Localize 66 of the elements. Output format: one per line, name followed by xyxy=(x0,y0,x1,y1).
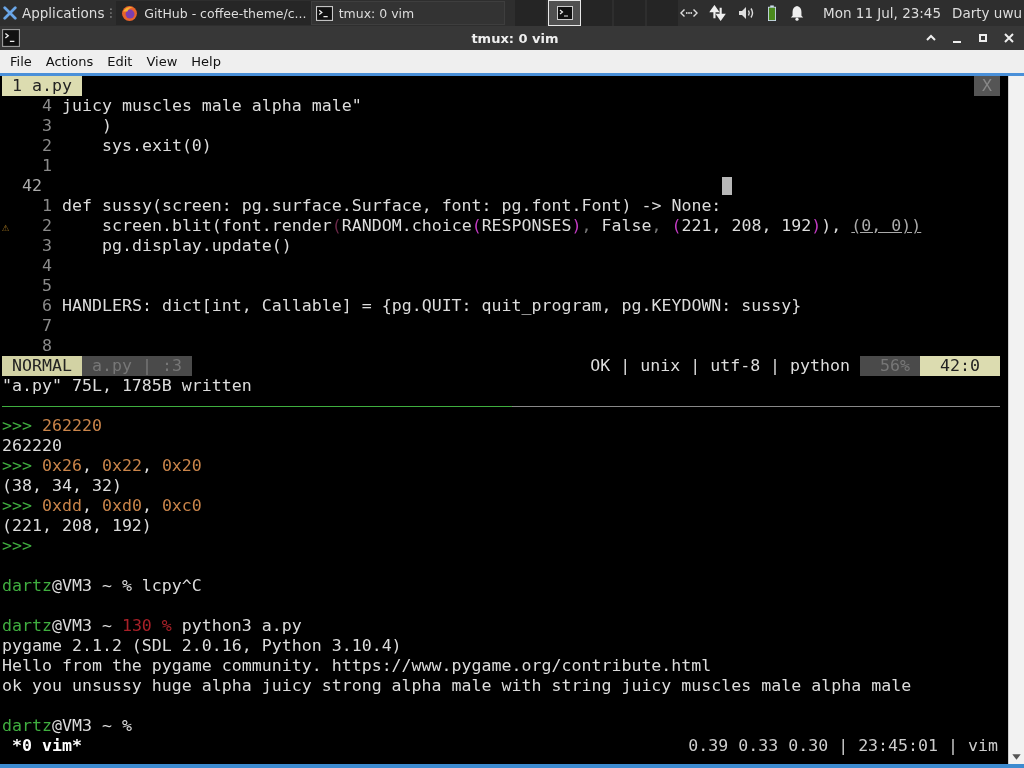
clock[interactable]: Mon 11 Jul, 23:45 xyxy=(823,5,942,21)
battery-icon[interactable] xyxy=(767,5,778,21)
terminal-line: dartz@VM3 ~ 130 % python3 a.py xyxy=(2,616,302,636)
code-line: juicy muscles male alpha male" xyxy=(62,96,362,116)
line-number: 4 xyxy=(41,96,52,116)
terminal-line: ok you unsussy huge alpha juicy strong alpha male with string juicy muscles male alpha male xyxy=(2,676,912,696)
taskbar-button[interactable]: tmux: 0 vim xyxy=(310,1,506,25)
terminal-line: (38, 34, 32) xyxy=(2,476,122,496)
buffer-tab[interactable]: 1 a.py xyxy=(2,76,82,96)
code-line: HANDLERS: dict[int, Callable] = {pg.QUIT: quit_program, pg.KEYDOWN: sussy} xyxy=(62,296,802,316)
taskbar-button[interactable]: GitHub - coffee-theme/c... xyxy=(116,1,311,25)
applications-menu[interactable]: Applications xyxy=(0,0,107,26)
window-title: tmux: 0 vim xyxy=(470,30,560,46)
code-line: ) xyxy=(100,116,112,136)
code-line: screen.blit(font.render(RANDOM.choice(RESPONSES), False, (221, 208, 192)), (0, 0)) xyxy=(100,216,922,236)
scrollbar[interactable] xyxy=(1008,76,1024,764)
minimize-icon xyxy=(952,40,962,44)
code-line: sys.exit(0) xyxy=(100,136,212,156)
tmux-window[interactable]: *0 vim* xyxy=(2,736,82,756)
menu-item[interactable]: Help xyxy=(184,54,228,69)
terminal-line: Hello from the pygame community. https://www.pygame.org/contribute.html xyxy=(2,656,712,676)
terminal-line: >>> xyxy=(2,536,32,556)
line-number: 4 xyxy=(41,256,52,276)
terminal-line: >>> 0xdd, 0xd0, 0xc0 xyxy=(2,496,202,516)
menu-item[interactable]: Actions xyxy=(38,54,101,69)
text-cursor xyxy=(722,177,732,195)
line-number: 3 xyxy=(41,116,52,136)
tmux-status: 0.39 0.33 0.30 | 23:45:01 | vim xyxy=(688,736,999,756)
warning-sign: ⚠ xyxy=(2,220,10,234)
line-number: 8 xyxy=(41,336,52,356)
terminal-icon xyxy=(2,29,20,47)
terminal-line: dartz@VM3 ~ % xyxy=(2,716,132,736)
user-name[interactable]: Darty uwu xyxy=(952,5,1022,21)
terminal-line: pygame 2.1.2 (SDL 2.0.16, Python 3.10.4) xyxy=(2,636,402,656)
x-logo-icon xyxy=(3,6,17,20)
maximize-icon xyxy=(977,32,989,44)
menu-item[interactable]: Edit xyxy=(100,54,140,69)
terminal-line: dartz@VM3 ~ % lcpy^C xyxy=(2,576,202,596)
browser-icon xyxy=(121,4,139,22)
terminal-line: >>> 0x26, 0x22, 0x20 xyxy=(2,456,202,476)
code-line: def sussy(screen: pg.surface.Surface, font: pg.font.Font) -> None: xyxy=(62,196,722,216)
line-number: 3 xyxy=(41,236,52,256)
terminal-line: 262220 xyxy=(2,436,62,456)
menu-item[interactable]: View xyxy=(139,54,185,69)
line-number: 6 xyxy=(41,296,52,316)
transfer-icon[interactable] xyxy=(709,5,728,21)
workspace-button[interactable] xyxy=(515,0,549,26)
menu-item[interactable]: File xyxy=(3,54,39,69)
line-number: 5 xyxy=(41,276,52,296)
line-number: 42 xyxy=(22,176,43,196)
line-number: 7 xyxy=(41,316,52,336)
line-number: 2 xyxy=(41,136,52,156)
file-info: OK | unix | utf-8 | python xyxy=(590,356,852,376)
code-line: pg.display.update() xyxy=(100,236,292,256)
terminal-line: (221, 208, 192) xyxy=(2,516,152,536)
terminal-icon xyxy=(556,5,573,21)
mode-indicator: NORMAL xyxy=(2,356,82,376)
terminal-icon xyxy=(315,4,333,22)
command-message: "a.py" 75L, 1785B written xyxy=(2,376,252,396)
terminal-line: >>> 262220 xyxy=(2,416,102,436)
line-number: 1 xyxy=(41,196,52,216)
cursor-position: 42:0 xyxy=(920,356,1000,376)
close-icon xyxy=(1003,32,1015,44)
drag-handle-icon[interactable] xyxy=(109,7,114,19)
line-number: 2 xyxy=(41,216,52,236)
line-number: 1 xyxy=(41,156,52,176)
